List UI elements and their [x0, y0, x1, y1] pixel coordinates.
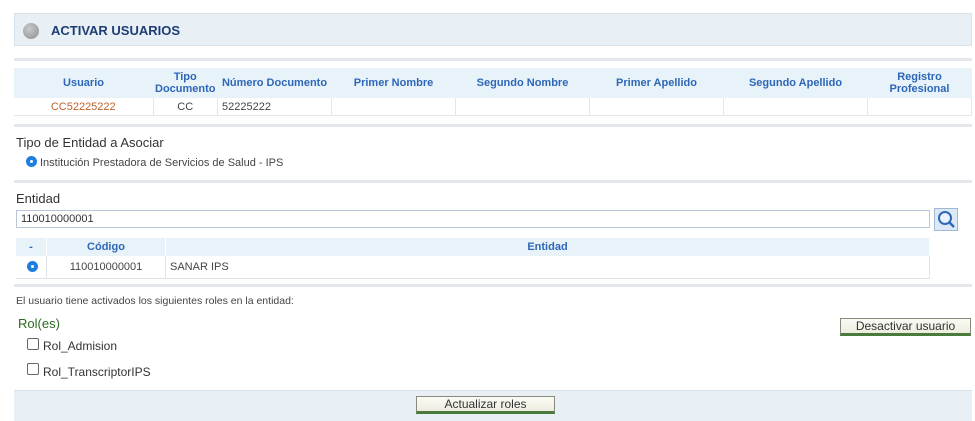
search-button[interactable] — [934, 208, 958, 231]
status-circle-icon — [23, 23, 39, 39]
rol-admision-checkbox[interactable] — [27, 338, 39, 350]
roles-info-text: El usuario tiene activados los siguiente… — [16, 295, 294, 307]
column-header-numero-documento: Número Documento — [217, 68, 332, 98]
divider — [14, 124, 972, 127]
page-title: ACTIVAR USUARIOS — [51, 23, 181, 38]
column-header-entidad: Entidad — [165, 238, 930, 256]
usuario-link[interactable]: CC52225222 — [14, 98, 154, 116]
entidad-select-radio[interactable] — [27, 261, 38, 272]
users-table: Usuario Tipo Documento Número Documento … — [14, 68, 972, 116]
ips-radio[interactable] — [26, 156, 37, 167]
codigo-cell: 110010000001 — [46, 256, 166, 279]
entidad-table: - Código Entidad 110010000001 SANAR IPS — [16, 238, 930, 279]
select-cell — [16, 256, 47, 279]
rol-transcriptor-checkbox[interactable] — [27, 363, 39, 375]
column-header-segundo-nombre: Segundo Nombre — [455, 68, 590, 98]
rol-admision-label: Rol_Admision — [43, 339, 118, 353]
table-row: 110010000001 SANAR IPS — [16, 256, 930, 279]
numero-documento-cell: 52225222 — [217, 98, 332, 116]
divider — [14, 180, 972, 183]
primer-apellido-cell — [589, 98, 724, 116]
segundo-nombre-cell — [455, 98, 590, 116]
column-header-primer-apellido: Primer Apellido — [589, 68, 724, 98]
roles-label: Rol(es) — [18, 316, 60, 331]
column-header-select: - — [16, 238, 47, 256]
divider — [14, 284, 972, 287]
table-row: CC52225222 CC 52225222 — [14, 98, 972, 116]
column-header-codigo: Código — [46, 238, 166, 256]
column-header-segundo-apellido: Segundo Apellido — [723, 68, 868, 98]
registro-profesional-cell — [867, 98, 972, 116]
rol-transcriptor-label: Rol_TranscriptorIPS — [43, 365, 151, 379]
entidad-name-cell: SANAR IPS — [165, 256, 930, 279]
entidad-label: Entidad — [16, 191, 61, 206]
column-header-usuario: Usuario — [14, 68, 153, 98]
segundo-apellido-cell — [723, 98, 868, 116]
magnifier-icon — [938, 211, 955, 228]
actualizar-roles-button[interactable]: Actualizar roles — [416, 396, 555, 414]
divider — [14, 58, 972, 61]
desactivar-usuario-button[interactable]: Desactivar usuario — [840, 318, 971, 336]
column-header-tipo-documento: Tipo Documento — [153, 68, 218, 98]
column-header-primer-nombre: Primer Nombre — [331, 68, 456, 98]
primer-nombre-cell — [331, 98, 456, 116]
entidad-input[interactable] — [16, 210, 930, 228]
ips-radio-label: Institución Prestadora de Servicios de S… — [40, 157, 284, 169]
column-header-registro-profesional: Registro Profesional — [867, 68, 972, 98]
tipo-entidad-label: Tipo de Entidad a Asociar — [16, 135, 164, 150]
tipo-documento-cell: CC — [153, 98, 218, 116]
entidad-table-header: - Código Entidad — [16, 238, 930, 256]
users-table-header: Usuario Tipo Documento Número Documento … — [14, 68, 972, 98]
page-header: ACTIVAR USUARIOS — [14, 13, 972, 46]
